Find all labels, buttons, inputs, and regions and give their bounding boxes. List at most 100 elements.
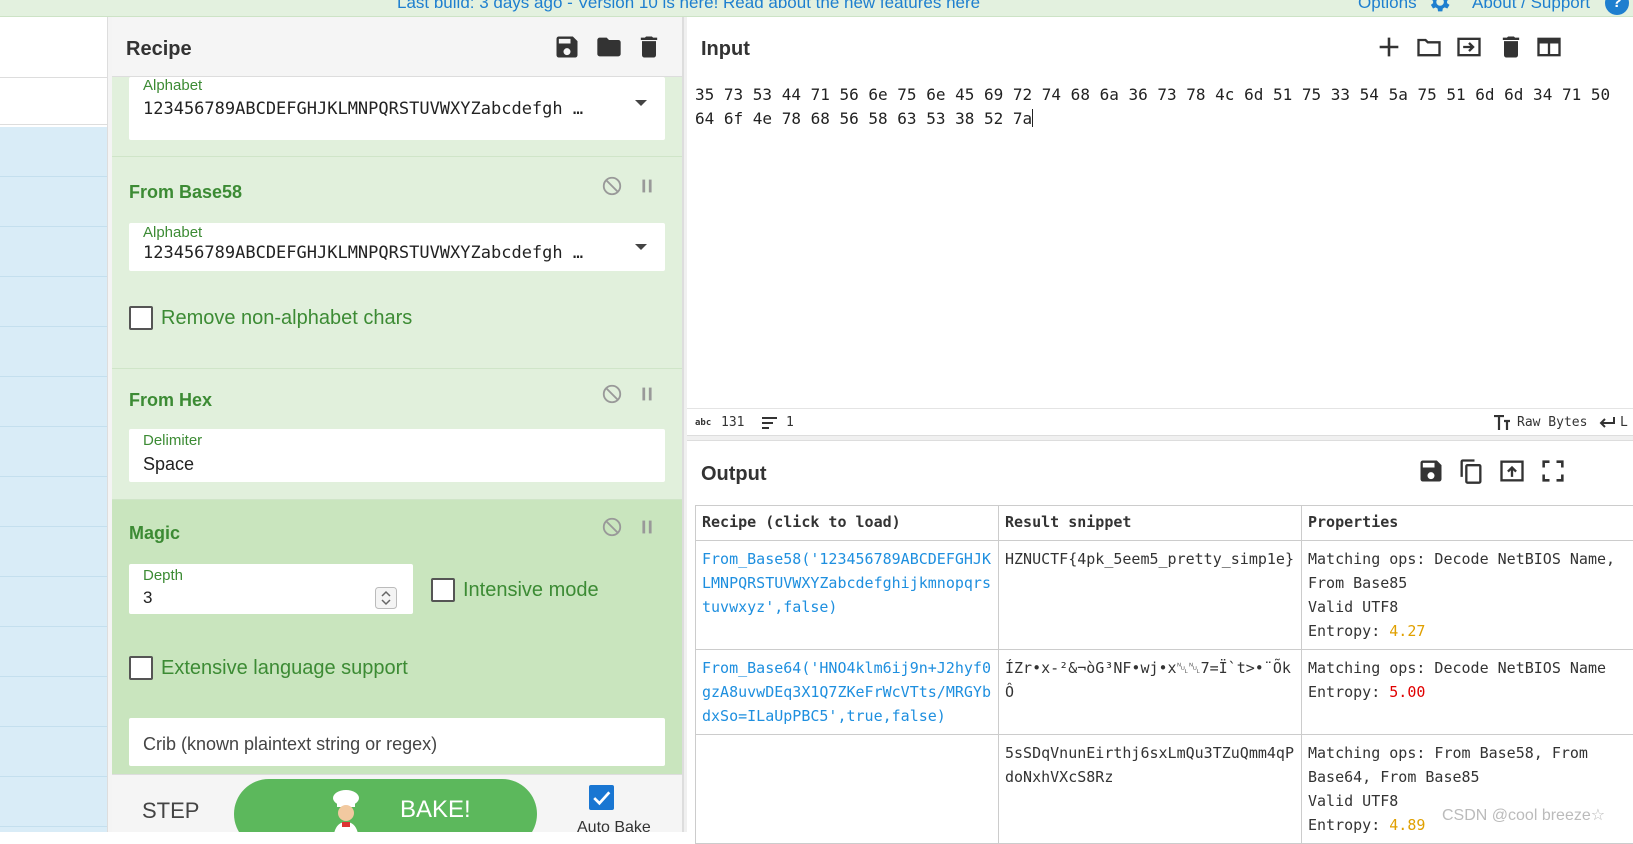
- watermark: CSDN @cool breeze☆: [1442, 805, 1605, 825]
- alphabet-dropdown[interactable]: Alphabet 123456789ABCDEFGHJKLMNPQRSTUVWX…: [129, 223, 665, 271]
- options-link[interactable]: Options: [1358, 0, 1417, 13]
- properties-cell: Matching ops: From Base58, From Base64, …: [1302, 735, 1633, 844]
- alphabet-value: 123456789ABCDEFGHJKLMNPQRSTUVWXYZabcdefg…: [143, 99, 623, 119]
- about-support-link[interactable]: About / Support: [1472, 0, 1590, 13]
- trash-icon[interactable]: [1497, 33, 1525, 61]
- table-header-row: Recipe (click to load) Result snippet Pr…: [696, 506, 1633, 541]
- output-title: Output: [701, 463, 767, 486]
- operation-category[interactable]: [0, 377, 107, 427]
- recipe-link[interactable]: From_Base64('HNO4klm6ij9n+J2hyf0gzA8uvwD…: [702, 659, 991, 725]
- recipe-header: Recipe: [112, 17, 682, 77]
- help-icon[interactable]: ?: [1605, 0, 1629, 15]
- chef-icon: [328, 789, 364, 832]
- gear-icon[interactable]: [1426, 0, 1452, 15]
- delimiter-label: Delimiter: [143, 432, 202, 449]
- column-header: Properties: [1302, 506, 1633, 541]
- disable-op-icon[interactable]: [601, 383, 623, 405]
- remove-non-alphabet-checkbox[interactable]: [129, 306, 153, 330]
- disable-op-icon[interactable]: [601, 175, 623, 197]
- recipe-op-base58-partial: Alphabet 123456789ABCDEFGHJKLMNPQRSTUVWX…: [112, 77, 683, 157]
- operation-category[interactable]: [0, 477, 107, 527]
- intensive-mode-label: Intensive mode: [463, 579, 599, 602]
- depth-value: 3: [143, 588, 152, 608]
- alphabet-dropdown[interactable]: Alphabet 123456789ABCDEFGHJKLMNPQRSTUVWX…: [129, 77, 665, 140]
- open-file-icon[interactable]: [1455, 33, 1483, 61]
- result-snippet: 5sSDqVnunEirthj6sxLmQu3TZuQmm4qPdoNxhVXc…: [1005, 744, 1294, 786]
- table-row: From_Base58('123456789ABCDEFGHJKLMNPQRST…: [696, 541, 1633, 650]
- output-pane: Output Recipe (click to load) Result sni…: [687, 441, 1633, 832]
- operation-category[interactable]: [0, 577, 107, 627]
- operation-category[interactable]: [0, 677, 107, 727]
- operation-category[interactable]: [0, 427, 107, 477]
- depth-label: Depth: [143, 567, 183, 584]
- bake-button[interactable]: BAKE!: [234, 779, 537, 832]
- property-line: Valid UTF8: [1308, 595, 1633, 619]
- remove-non-alphabet-label: Remove non-alphabet chars: [161, 307, 412, 330]
- save-icon[interactable]: [1417, 457, 1445, 485]
- input-header: Input: [687, 17, 1633, 77]
- char-count: 131: [721, 415, 744, 430]
- operations-panel: [0, 17, 108, 832]
- step-button[interactable]: STEP: [142, 798, 199, 824]
- operation-category[interactable]: [0, 527, 107, 577]
- encoding-label[interactable]: Raw Bytes: [1517, 415, 1587, 430]
- pause-icon[interactable]: [636, 383, 658, 405]
- operation-category[interactable]: [0, 127, 107, 177]
- eol-icon[interactable]: [1598, 415, 1616, 431]
- replace-input-icon[interactable]: [1498, 457, 1526, 485]
- char-count-icon: abc: [695, 418, 711, 428]
- input-text: 35 73 53 44 71 56 6e 75 6e 45 69 72 74 6…: [695, 85, 1610, 128]
- disable-op-icon[interactable]: [601, 516, 623, 538]
- recipe-cell[interactable]: From_Base64('HNO4klm6ij9n+J2hyf0gzA8uvwD…: [696, 650, 999, 735]
- operation-category[interactable]: [0, 277, 107, 327]
- operation-category[interactable]: [0, 727, 107, 777]
- maximize-icon[interactable]: [1539, 457, 1567, 485]
- operations-search-input[interactable]: [0, 77, 107, 125]
- auto-bake-checkbox[interactable]: [589, 785, 614, 810]
- recipe-op-magic: Magic Depth 3 Intensive mode Extensive l…: [112, 500, 683, 774]
- recipe-op-from-hex: From Hex Delimiter Space: [112, 369, 683, 500]
- pause-icon[interactable]: [636, 175, 658, 197]
- recipe-cell[interactable]: From_Base58('123456789ABCDEFGHJKLMNPQRST…: [696, 541, 999, 650]
- save-icon[interactable]: [553, 33, 581, 61]
- recipe-pane: Alphabet 123456789ABCDEFGHJKLMNPQRSTUVWX…: [112, 17, 683, 832]
- input-textarea[interactable]: 35 73 53 44 71 56 6e 75 6e 45 69 72 74 6…: [695, 83, 1625, 131]
- auto-bake-label: Auto Bake: [577, 819, 651, 832]
- property-line: Matching ops: Decode NetBIOS Name, From …: [1308, 547, 1633, 595]
- pause-icon[interactable]: [636, 516, 658, 538]
- result-cell: HZNUCTF{4pk_5eem5_pretty_simp1e}: [999, 541, 1302, 650]
- output-header: Output: [687, 441, 1633, 497]
- recipe-cell[interactable]: [696, 735, 999, 844]
- crib-placeholder: Crib (known plaintext string or regex): [143, 734, 437, 755]
- operation-category[interactable]: [0, 627, 107, 677]
- lines-icon: [761, 416, 778, 430]
- delimiter-dropdown[interactable]: Delimiter Space: [129, 429, 665, 482]
- crib-input[interactable]: Crib (known plaintext string or regex): [129, 718, 665, 766]
- add-tab-icon[interactable]: [1375, 33, 1403, 61]
- operation-category[interactable]: [0, 777, 107, 827]
- trash-icon[interactable]: [635, 33, 663, 61]
- recipe-link[interactable]: From_Base58('123456789ABCDEFGHJKLMNPQRST…: [702, 550, 991, 616]
- extensive-language-checkbox[interactable]: [129, 656, 153, 680]
- open-folder-icon[interactable]: [1415, 33, 1443, 61]
- operation-category[interactable]: [0, 327, 107, 377]
- recipe-controls: STEP BAKE! Auto Bake: [112, 774, 683, 832]
- operation-category[interactable]: [0, 177, 107, 227]
- copy-icon[interactable]: [1457, 457, 1485, 485]
- depth-input[interactable]: Depth 3: [129, 564, 413, 614]
- folder-icon[interactable]: [595, 33, 623, 61]
- intensive-mode-checkbox[interactable]: [431, 578, 455, 602]
- bake-label: BAKE!: [400, 796, 471, 824]
- input-title: Input: [701, 38, 750, 61]
- text-encoding-icon[interactable]: [1493, 415, 1511, 431]
- eol-label[interactable]: L: [1620, 415, 1628, 430]
- entropy-value: 4.89: [1389, 816, 1425, 834]
- banner-message-link[interactable]: Last build: 3 days ago - Version 10 is h…: [397, 0, 980, 13]
- layout-icon[interactable]: [1535, 33, 1563, 61]
- entropy-label: Entropy:: [1308, 683, 1389, 701]
- number-stepper-icon[interactable]: [375, 587, 397, 609]
- input-statusbar: abc 131 1 Raw Bytes L: [687, 408, 1633, 435]
- result-cell: 5sSDqVnunEirthj6sxLmQu3TZuQmm4qPdoNxhVXc…: [999, 735, 1302, 844]
- operation-category[interactable]: [0, 227, 107, 277]
- op-title: From Hex: [129, 390, 212, 411]
